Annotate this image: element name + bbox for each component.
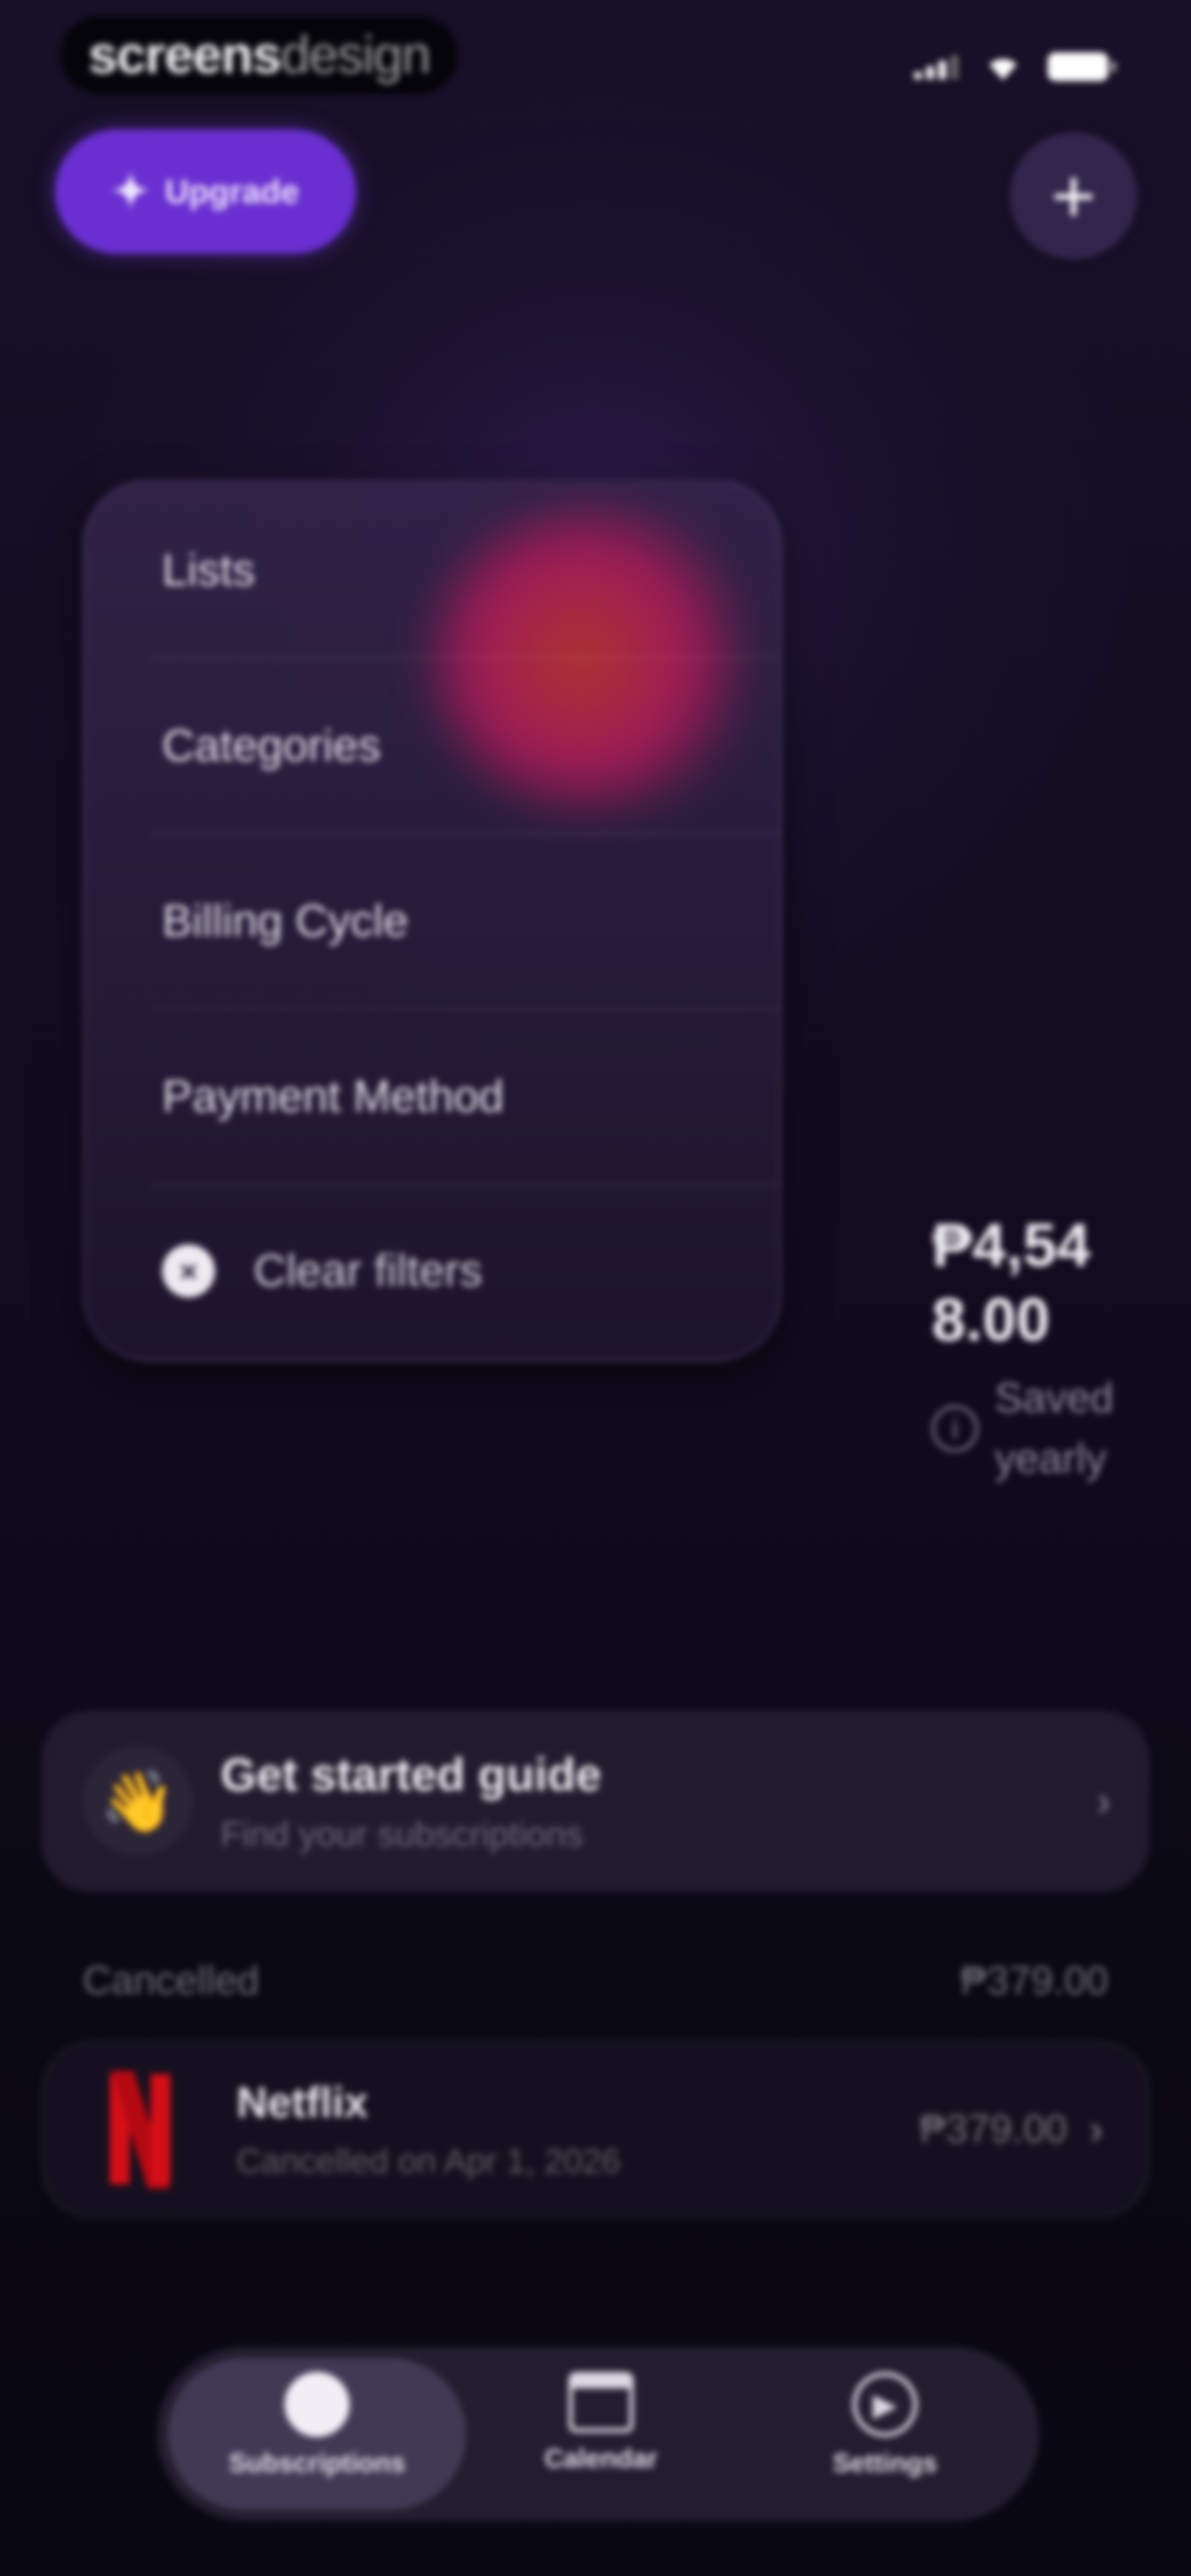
cancelled-section-label: Cancelled [83,1959,260,2003]
menu-item-label: Billing Cycle [162,896,409,946]
menu-item-label: Lists [162,545,255,595]
chevron-right-icon: › [1089,2105,1103,2153]
tab-subscriptions[interactable]: Subscriptions [201,2372,433,2499]
guide-text: Get started guide Find your subscription… [221,1748,1096,1854]
menu-item-label: Payment Method [162,1071,504,1121]
upgrade-button[interactable]: ✦ Upgrade [55,130,356,254]
tab-settings[interactable]: ▶ Settings [769,2372,1001,2499]
netflix-logo-icon [104,2071,176,2189]
tab-label: Calendar [544,2444,658,2473]
menu-item-billing-cycle[interactable]: Billing Cycle › [162,833,780,1009]
cellular-signal-icon [914,54,958,79]
menu-item-categories[interactable]: Categories › [162,658,780,834]
chevron-right-icon: › [1096,1776,1111,1825]
subscription-text: Netflix Cancelled on Apr 1, 2026 [237,2077,919,2181]
get-started-guide-card[interactable]: 👋 Get started guide Find your subscripti… [41,1710,1150,1892]
menu-item-payment-method[interactable]: Payment Method › [162,1008,780,1185]
status-icons [914,52,1116,81]
tab-calendar[interactable]: Calendar [485,2372,717,2499]
brand-watermark: screens design [61,17,458,94]
upgrade-label: Upgrade [165,173,299,210]
battery-icon [1048,52,1116,81]
subscription-card-netflix[interactable]: Netflix Cancelled on Apr 1, 2026 ₱379.00… [41,2041,1150,2217]
sparkle-icon: ✦ [111,166,150,217]
tab-label: Settings [833,2449,937,2478]
tab-label: Subscriptions [228,2449,406,2478]
menu-item-label: Categories [162,720,381,771]
saved-amount: ₱4,548.00 [932,1211,1091,1354]
calendar-icon [568,2372,634,2433]
subscriptions-icon [285,2372,350,2437]
waving-hand-icon: 👋 [83,1746,193,1856]
app-screen: screensdesign ✦ Upgrade + Lists › [0,0,1191,2576]
clear-filters-label: Clear filters [254,1246,482,1296]
wifi-icon [989,58,1017,80]
bottom-tab-bar: Subscriptions Calendar ▶ Settings [157,2347,1039,2521]
brand-strong-text: screens [88,25,282,84]
subscription-name: Netflix [237,2078,368,2126]
guide-subtitle: Find your subscriptions [221,1814,584,1854]
plus-icon: + [1051,152,1096,239]
info-icon[interactable]: i [932,1405,978,1452]
guide-title: Get started guide [221,1748,602,1800]
subscription-price: ₱379.00 [919,2107,1067,2151]
cancelled-section-total: ₱379.00 [960,1959,1108,2003]
settings-icon: ▶ [852,2372,918,2437]
menu-item-lists[interactable]: Lists › [162,482,780,659]
saved-label: Saved yearly [995,1375,1114,1482]
clear-filters-button[interactable]: × Clear filters [162,1183,482,1359]
filter-menu: Lists › Categories › Billing Cycle › Pay… [83,480,782,1361]
subscription-cancel-date: Cancelled on Apr 1, 2026 [237,2142,621,2180]
close-circle-icon: × [162,1244,215,1297]
add-subscription-button[interactable]: + [1010,132,1137,259]
saved-note: i Saved yearly [932,1368,1116,1489]
brand-light-text: design [280,25,431,84]
